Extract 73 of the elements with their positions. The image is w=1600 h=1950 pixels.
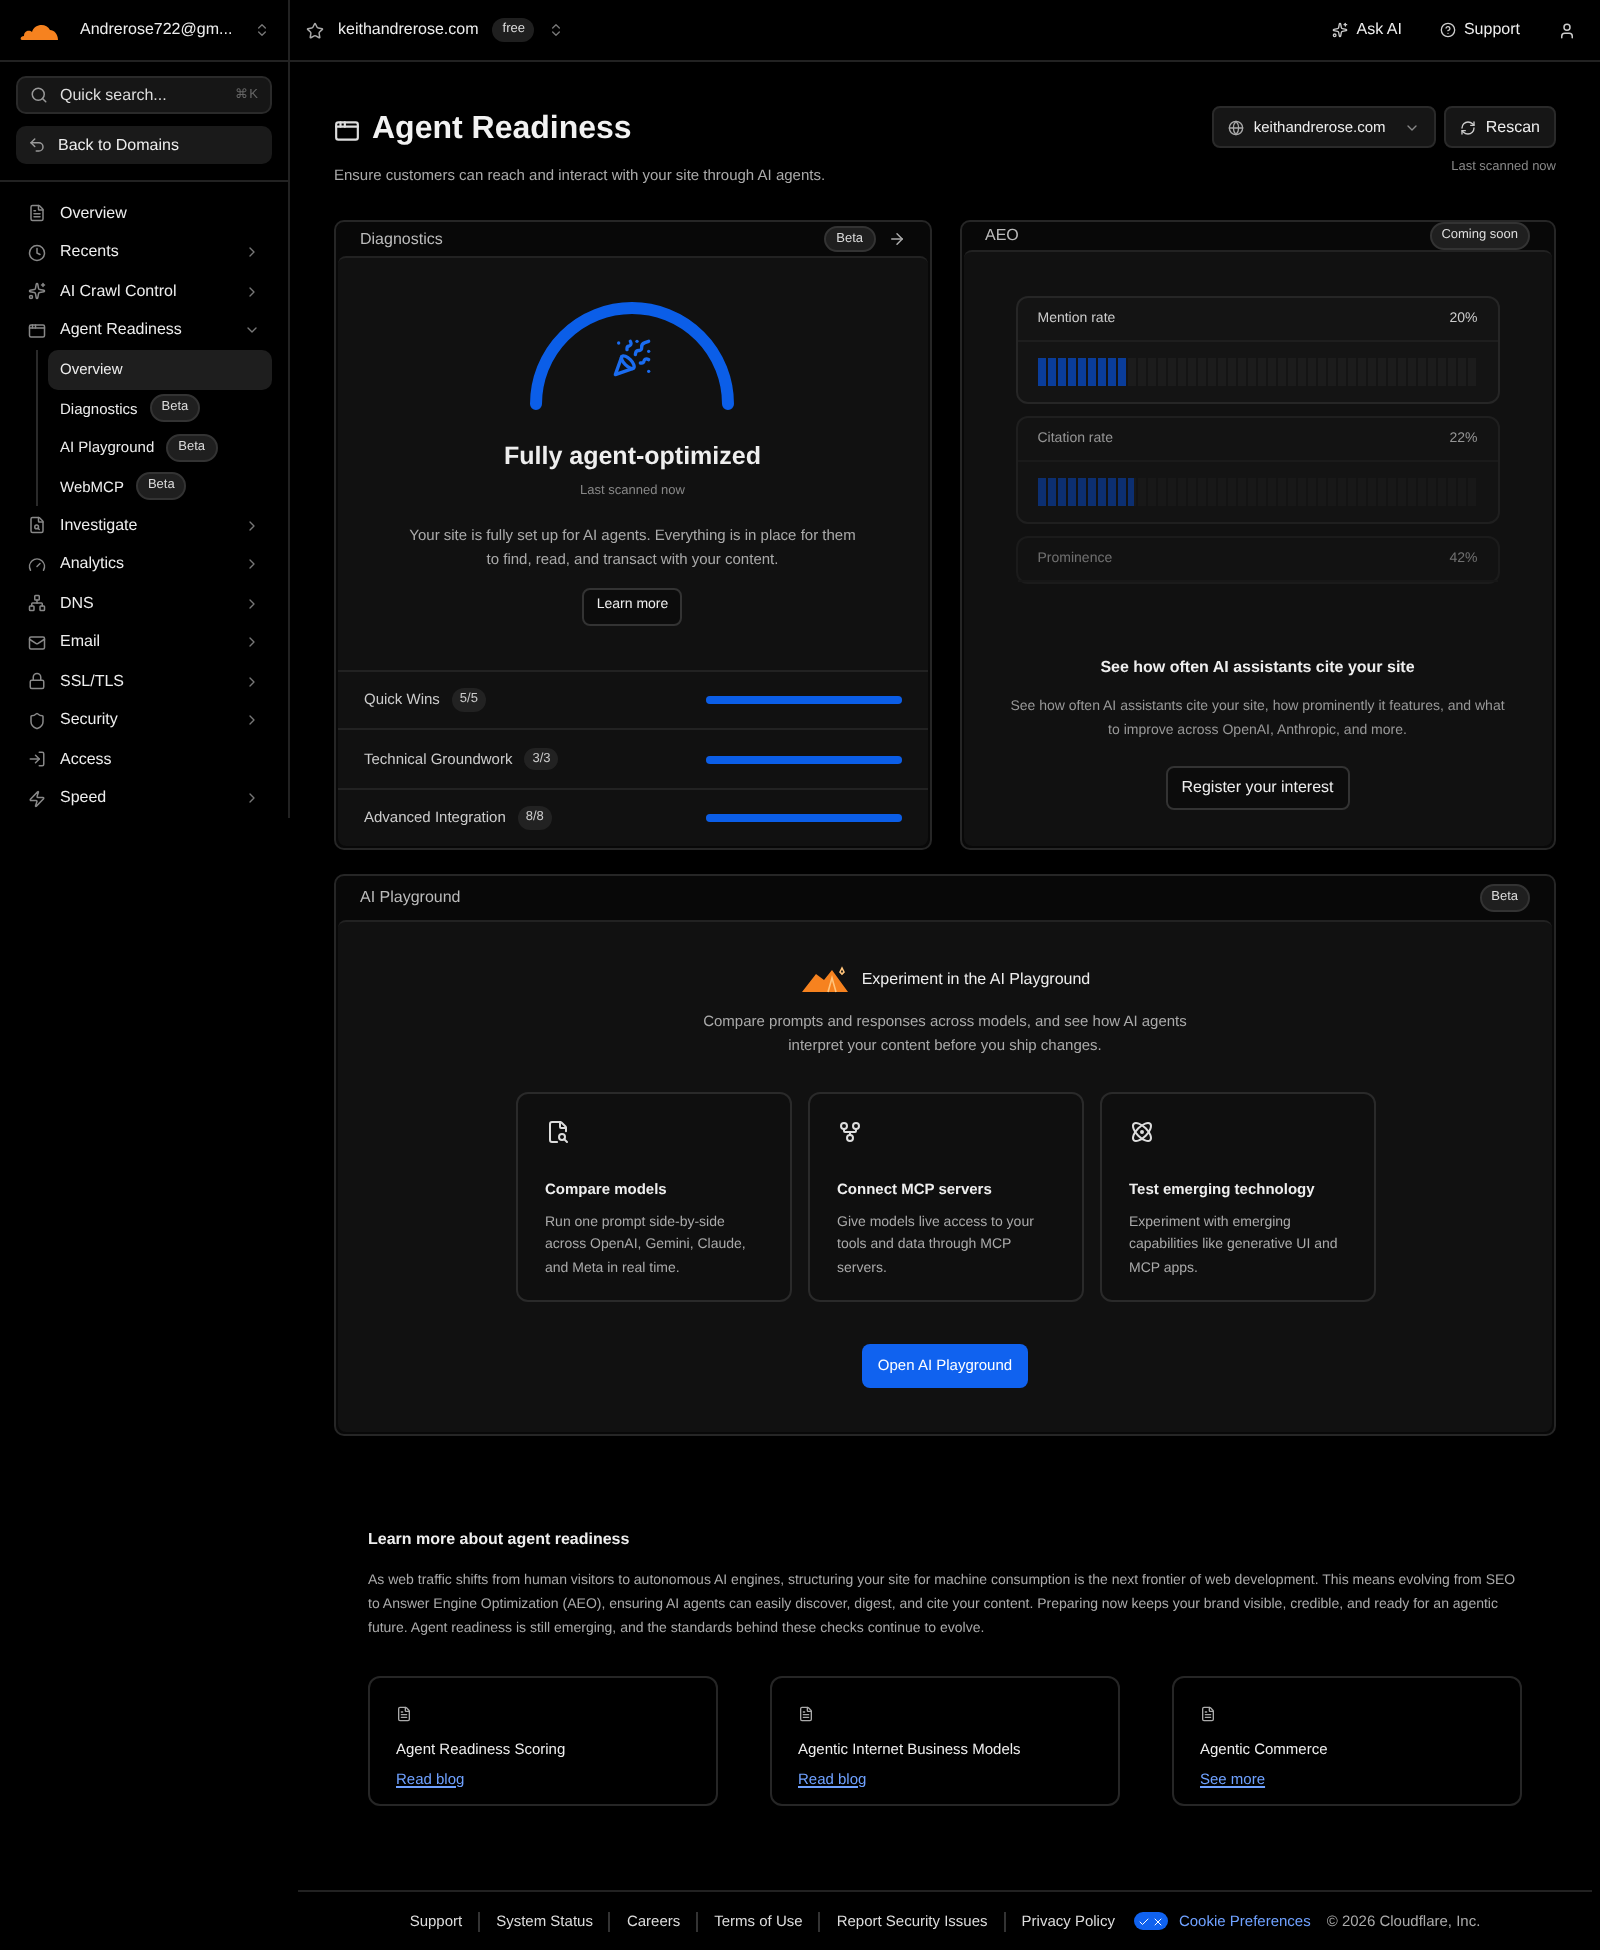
page-title: Agent Readiness [372,110,632,150]
aeo-heading: See how often AI assistants cite your site [1100,656,1415,681]
chevron-icon [244,634,260,651]
party-popper-icon [612,337,653,378]
status-heading: Fully agent-optimized [504,439,761,474]
nav-icon [28,516,46,535]
feature-icon [837,1120,861,1145]
chevron-icon [244,283,260,300]
register-button[interactable]: Register your interest [1165,766,1350,811]
user-icon[interactable] [1558,21,1576,39]
feature-icon [545,1120,569,1145]
nav-item[interactable]: AI Crawl Control [16,272,272,311]
nav-icon [28,282,46,301]
chevron-icon [244,790,260,807]
cookie-toggle[interactable] [1134,1912,1169,1930]
chevron-icon [244,556,260,573]
back-icon [28,136,46,154]
nav-item[interactable]: Agent Readiness [16,311,272,350]
back-button[interactable]: Back to Domains [16,126,272,164]
star-icon[interactable] [306,21,324,39]
nav-icon [28,633,46,652]
globe-icon [1227,119,1244,135]
arrow-right-icon[interactable] [887,230,905,248]
search-icon [30,86,48,104]
chevron-icon [244,244,260,261]
nav-icon [28,789,46,808]
chevron-icon [244,517,260,534]
refresh-icon [1459,119,1476,135]
rescan-button[interactable]: Rescan [1443,106,1556,148]
chevron-icon [244,673,260,690]
zone-domain[interactable]: keithandrerose.com [338,18,479,42]
nav-icon [28,204,46,223]
feature-icon [1129,1120,1153,1145]
document-icon [1200,1706,1216,1723]
nav-icon [28,555,46,574]
nav-item[interactable]: Speed [16,779,272,818]
switcher-icon[interactable] [254,22,270,38]
header-action[interactable]: Support [1439,18,1520,42]
nav-item[interactable]: DNS [16,584,272,623]
cloud-logo[interactable] [18,19,62,41]
account-name[interactable]: Andrerose722@gm... [80,18,236,42]
nav-icon [28,711,46,730]
check-icon [1138,1915,1151,1927]
help-icon [1439,22,1456,38]
playground-heading: Experiment in the AI Playground [861,968,1091,993]
chevron-icon [244,712,260,729]
nav-item[interactable]: Security [16,701,272,740]
nav-icon [28,321,46,340]
chevron-icon [244,595,260,612]
page-icon [334,117,360,143]
sparkle-icon [1332,22,1349,38]
search-placeholder: Quick search... [60,83,169,107]
nav-icon [28,750,46,769]
switcher-icon[interactable] [548,22,565,38]
nav-item[interactable]: Analytics [16,545,272,584]
nav-item[interactable]: Overview [16,194,272,233]
header-action[interactable]: Ask AI [1332,18,1402,42]
nav-icon [28,594,46,613]
panel-title: AI Playground [360,886,463,911]
nav-item[interactable]: Access [16,740,272,779]
nav-item[interactable]: Investigate [16,506,272,545]
nav-item[interactable]: SSL/TLS [16,662,272,701]
panel-title: AEO [985,224,1021,249]
pyramid-illustration [799,966,852,995]
nav-icon [28,672,46,691]
document-icon [396,1706,412,1723]
x-icon [1152,1915,1165,1927]
panel-title: Diagnostics [360,227,445,251]
nav-item[interactable]: Email [16,623,272,662]
learn-heading: Learn more about agent readiness [368,1528,632,1553]
nav-item[interactable]: Recents [16,233,272,272]
nav-icon [28,243,46,262]
document-icon [798,1706,814,1723]
